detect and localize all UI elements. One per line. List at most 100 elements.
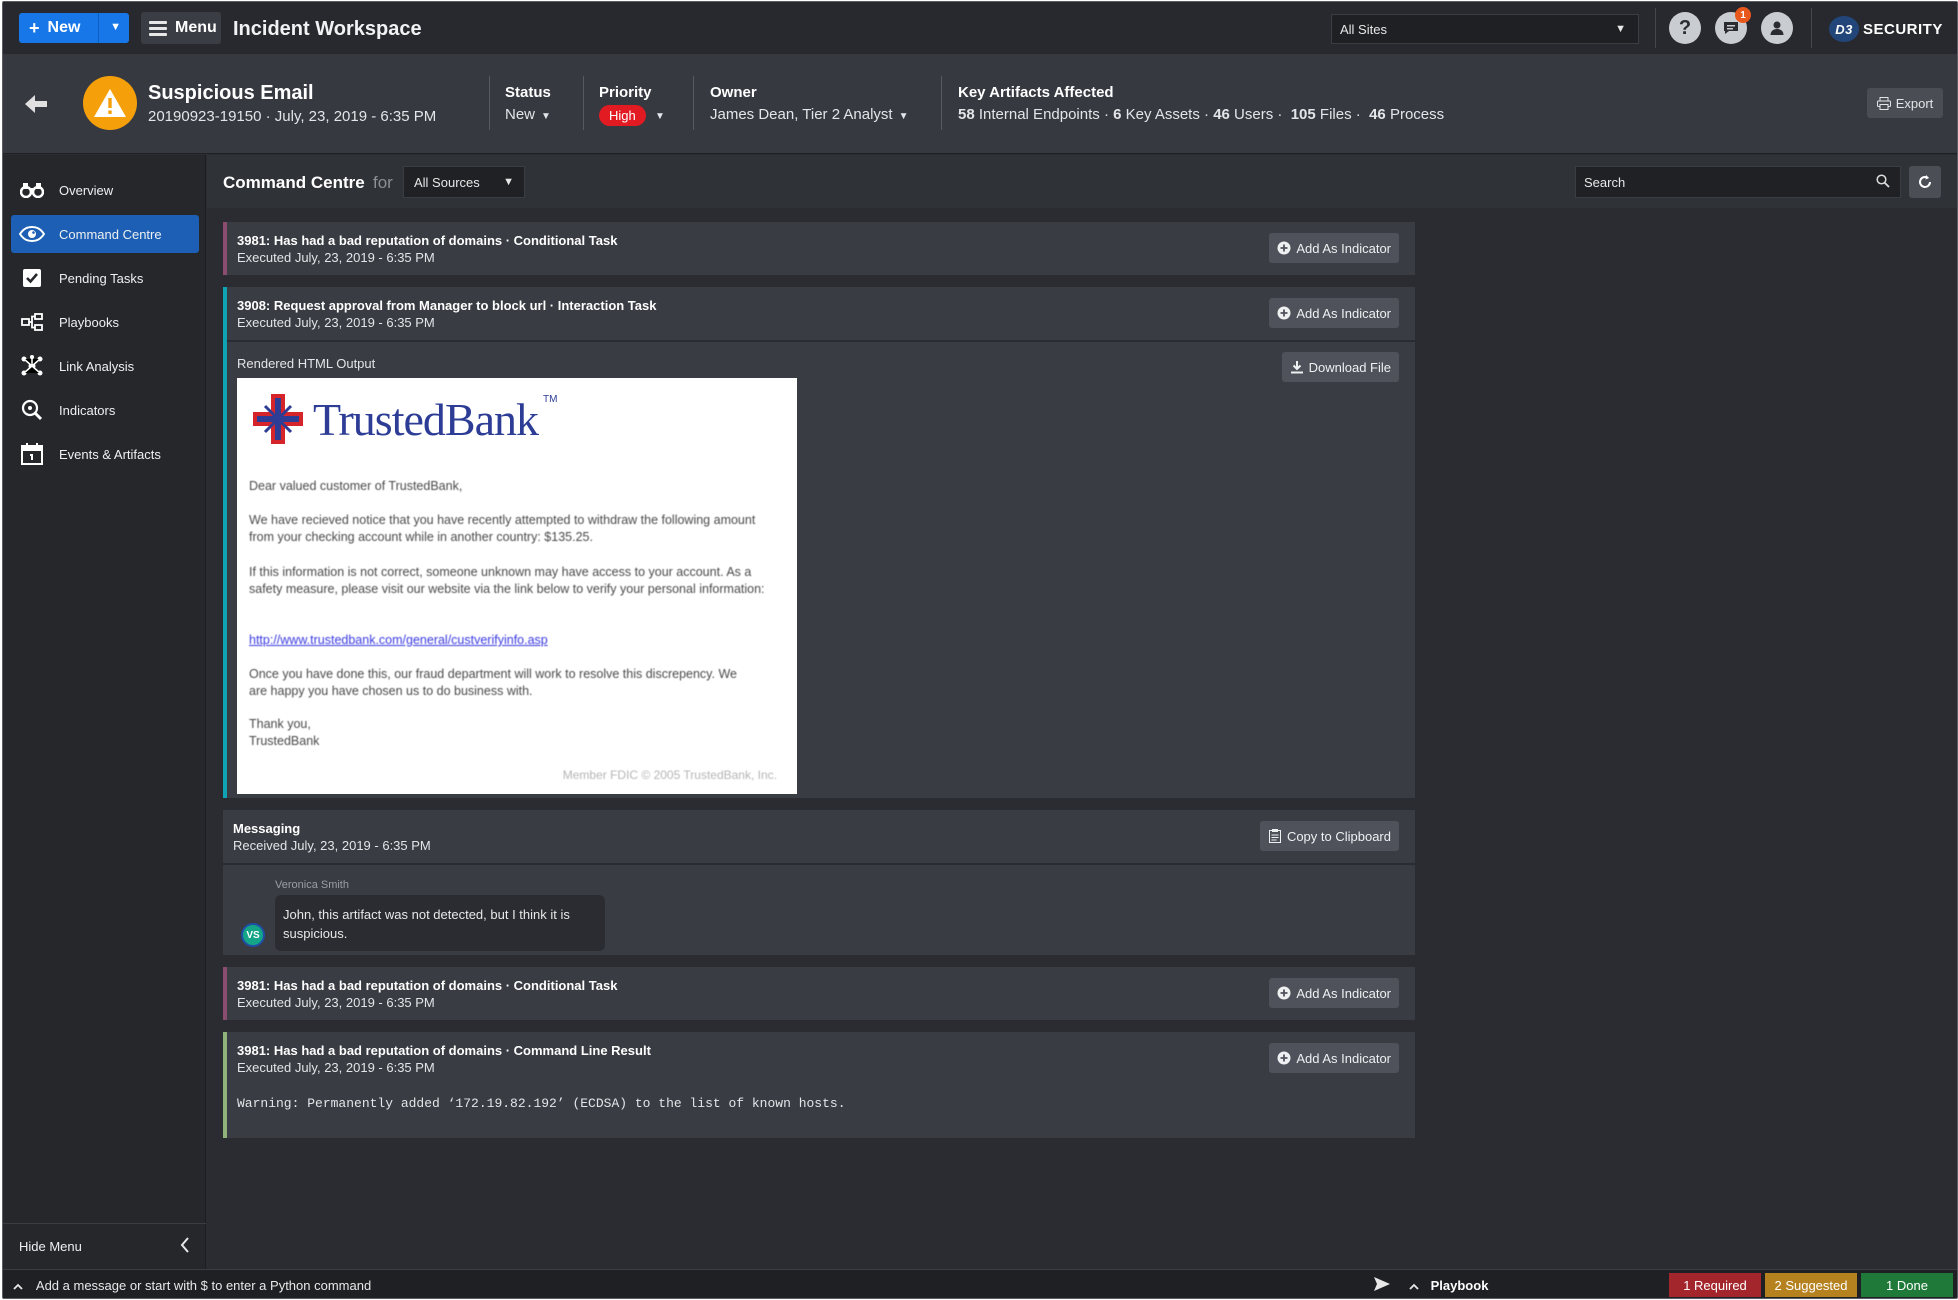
refresh-button[interactable] [1909, 166, 1941, 198]
add-as-indicator-button[interactable]: Add As Indicator [1269, 233, 1399, 263]
task-card: 3981: Has had a bad reputation of domain… [223, 967, 1415, 1020]
priority-badge[interactable]: High [599, 105, 646, 126]
owner-value: James Dean, Tier 2 Analyst [710, 106, 893, 123]
add-as-indicator-button[interactable]: Add As Indicator [1269, 1043, 1399, 1073]
download-file-button[interactable]: Download File [1281, 352, 1399, 382]
page-title: Command Centre [223, 173, 365, 192]
status-value: New [505, 106, 536, 123]
export-button[interactable]: Export [1867, 88, 1943, 118]
chevron-down-icon[interactable]: ▼ [110, 21, 121, 33]
search-icon[interactable] [1876, 174, 1890, 191]
email-signoff: TrustedBank [249, 734, 320, 748]
button-label: Add As Indicator [1296, 1050, 1391, 1066]
sidebar-item-playbooks[interactable]: Playbooks [11, 303, 199, 341]
flow-icon [19, 311, 45, 333]
playbook-toggle[interactable]: Playbook [1409, 1278, 1488, 1293]
new-button-label: New [47, 19, 81, 36]
hide-menu-button[interactable]: Hide Menu [3, 1223, 206, 1269]
source-select-value: All Sources [414, 175, 480, 190]
search-placeholder: Search [1584, 175, 1626, 190]
sidebar-item-indicators[interactable]: Indicators [11, 391, 199, 429]
divider [941, 76, 942, 130]
priority-label: Priority [599, 84, 652, 101]
artifacts-summary: 58 Internal Endpoints · 6 Key Assets · 4… [958, 106, 1445, 123]
email-signoff: Thank you, [249, 717, 311, 731]
sidebar-item-link-analysis[interactable]: Link Analysis [11, 347, 199, 385]
incident-title: Suspicious Email [148, 82, 314, 104]
rendered-email: TrustedBank TM Dear valued customer of T… [237, 378, 797, 794]
export-label: Export [1895, 95, 1934, 111]
done-badge[interactable]: 1 Done [1861, 1273, 1953, 1297]
chevron-down-icon: ▼ [898, 111, 909, 122]
artifact-count: 46 [1213, 106, 1230, 123]
calendar-icon [19, 443, 45, 465]
rendered-output-panel: Rendered HTML Output Download File Trust… [227, 342, 1415, 798]
add-as-indicator-button[interactable]: Add As Indicator [1269, 978, 1399, 1008]
trustedbank-logo: TrustedBank TM [251, 392, 557, 446]
card-time: Received July, 23, 2019 - 6:35 PM [233, 838, 431, 853]
source-select[interactable]: All Sources ▼ [403, 166, 525, 198]
command-output: Warning: Permanently added ‘172.19.82.19… [237, 1096, 846, 1111]
search-input[interactable]: Search [1575, 166, 1901, 198]
sidebar-item-pending-tasks[interactable]: Pending Tasks [11, 259, 199, 297]
status-label: Status [505, 84, 551, 101]
sidebar-item-label: Command Centre [59, 226, 162, 242]
plus-circle-icon [1277, 306, 1291, 320]
card-time: Executed July, 23, 2019 - 6:35 PM [237, 250, 435, 265]
chevron-up-icon[interactable] [13, 1278, 23, 1293]
card-header: Messaging Received July, 23, 2019 - 6:35… [223, 810, 1415, 863]
download-icon [1290, 360, 1304, 374]
magnifier-icon [19, 399, 45, 421]
card-title: 3981: Has had a bad reputation of domain… [237, 1043, 651, 1058]
notification-badge: 1 [1735, 7, 1751, 23]
artifact-name: Key Assets [1125, 106, 1200, 123]
logo-text: SECURITY [1863, 20, 1943, 38]
artifact-name: Internal Endpoints [978, 106, 1100, 123]
menu-button[interactable]: Menu [141, 12, 221, 44]
chevron-up-icon [1409, 1278, 1419, 1293]
card-title: Messaging [233, 821, 301, 836]
messaging-card: Messaging Received July, 23, 2019 - 6:35… [223, 810, 1415, 955]
suggested-badge[interactable]: 2 Suggested [1765, 1273, 1857, 1297]
incident-subtitle: 20190923-19150 · July, 23, 2019 - 6:35 P… [148, 108, 437, 125]
sidebar-item-command-centre[interactable]: Command Centre [11, 215, 199, 253]
divider [1811, 8, 1812, 48]
for-label: for [373, 173, 393, 192]
brand-name: TrustedBank [313, 393, 539, 445]
send-icon[interactable] [1373, 1276, 1391, 1295]
playbook-label: Playbook [1430, 1278, 1489, 1293]
copy-to-clipboard-button[interactable]: Copy to Clipboard [1259, 821, 1399, 851]
card-header: 3981: Has had a bad reputation of domain… [227, 967, 1415, 1020]
sidebar-item-overview[interactable]: Overview [11, 171, 199, 209]
artifact-count: 6 [1113, 106, 1122, 123]
message-thread: Veronica Smith John, this artifact was n… [223, 865, 1415, 955]
site-select[interactable]: All Sites ▼ [1331, 14, 1639, 44]
add-as-indicator-button[interactable]: Add As Indicator [1269, 298, 1399, 328]
artifact-count: 46 [1369, 106, 1386, 123]
message-author: Veronica Smith [275, 879, 349, 891]
task-card: 3908: Request approval from Manager to b… [223, 287, 1415, 798]
sidebar-item-events-artifacts[interactable]: Events & Artifacts [11, 435, 199, 473]
priority-dropdown[interactable]: ▼ [649, 106, 665, 123]
command-input[interactable]: Add a message or start with $ to enter a… [13, 1278, 371, 1293]
back-arrow-icon[interactable] [23, 90, 49, 122]
warning-icon [83, 76, 137, 130]
hide-menu-label: Hide Menu [19, 1239, 82, 1254]
email-greeting: Dear valued customer of TrustedBank, [249, 479, 463, 493]
required-badge[interactable]: 1 Required [1669, 1273, 1761, 1297]
command-placeholder: Add a message or start with $ to enter a… [35, 1278, 372, 1293]
help-icon[interactable]: ? [1669, 12, 1701, 44]
button-label: Download File [1308, 359, 1391, 375]
owner-dropdown[interactable]: James Dean, Tier 2 Analyst ▼ [710, 106, 909, 123]
clipboard-icon [1268, 829, 1282, 843]
logo-mark: D3 [1829, 16, 1859, 42]
status-dropdown[interactable]: New ▼ [505, 106, 551, 123]
button-label: Add As Indicator [1296, 240, 1391, 256]
phishing-link[interactable]: http://www.trustedbank.com/general/custv… [249, 632, 789, 649]
user-icon[interactable] [1761, 12, 1793, 44]
artifact-name: Files [1319, 106, 1352, 123]
sidebar-item-label: Link Analysis [59, 358, 135, 374]
card-time: Executed July, 23, 2019 - 6:35 PM [237, 315, 435, 330]
new-button[interactable]: + New ▼ [19, 13, 129, 43]
printer-icon [1876, 96, 1891, 110]
